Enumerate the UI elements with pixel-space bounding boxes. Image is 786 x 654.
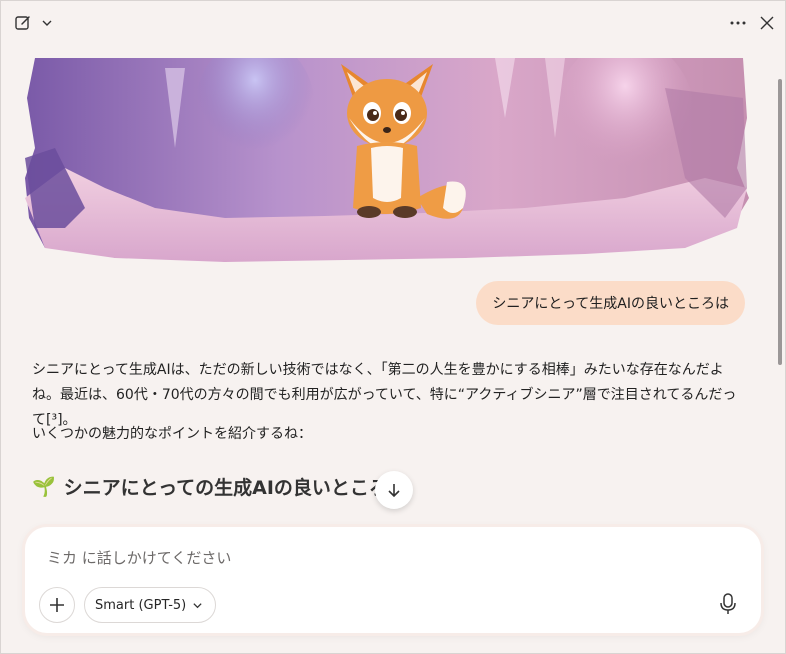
microphone-button[interactable] [711, 587, 745, 621]
arrow-down-icon [388, 484, 400, 498]
seedling-icon: 🌱 [32, 476, 56, 498]
response-heading: 🌱 シニアにとっての生成AIの良いところ [32, 473, 388, 500]
more-icon [730, 21, 746, 25]
new-chat-button[interactable] [13, 13, 33, 33]
assistant-paragraph: いくつかの魅力的なポイントを紹介するね： [32, 426, 312, 442]
microphone-icon [720, 593, 736, 614]
user-message-bubble: シニアにとって生成AIの良いところは [476, 281, 745, 325]
message-composer: Smart (GPT-5) [25, 527, 761, 633]
response-heading-text: シニアにとっての生成AIの良いところ [63, 477, 388, 499]
chevron-down-icon [193, 602, 202, 608]
scrollbar-thumb[interactable] [778, 79, 782, 365]
scroll-to-bottom-button[interactable] [375, 471, 413, 509]
compose-icon [15, 16, 30, 30]
message-input[interactable] [45, 543, 729, 573]
close-button[interactable] [757, 13, 777, 33]
copilot-window: シニアにとって生成AIの良いところは シニアにとって生成AIは、ただの新しい技術… [0, 0, 786, 654]
chevron-down-icon [42, 20, 52, 26]
user-message-text: シニアにとって生成AIの良いところは [492, 296, 729, 312]
plus-icon [50, 598, 64, 612]
model-selector-label: Smart (GPT-5) [95, 597, 187, 613]
fox-cave-illustration [25, 58, 753, 262]
title-bar [1, 1, 785, 45]
chat-menu-dropdown[interactable] [39, 15, 55, 31]
close-icon [760, 16, 774, 30]
add-attachment-button[interactable] [39, 587, 75, 623]
model-selector[interactable]: Smart (GPT-5) [84, 587, 217, 623]
more-options-button[interactable] [727, 13, 749, 33]
